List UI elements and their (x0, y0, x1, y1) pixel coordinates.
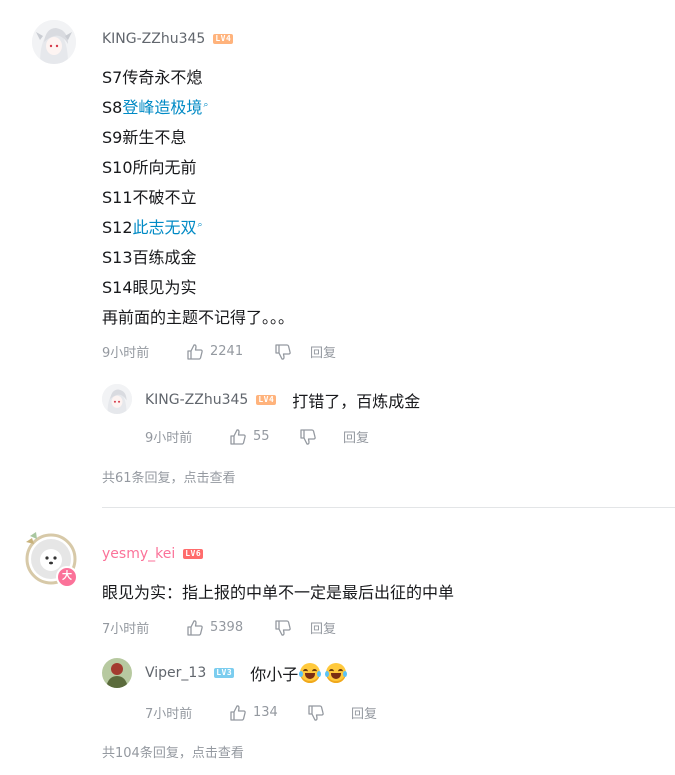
thumbs-down-icon (300, 428, 316, 445)
dislike-button[interactable] (299, 428, 343, 446)
avatar[interactable] (102, 384, 132, 414)
thumbs-down-icon (275, 619, 291, 636)
comment-line: S12此志无双⌕ (102, 218, 203, 237)
comment-content: S7传奇永不熄 S8登峰造极境⌕ S9新生不息 S10所向无前 S11不破不立 … (102, 63, 294, 333)
comment-content: 眼见为实：指上报的中单不一定是最后出征的中单 (102, 583, 455, 602)
view-more-replies-link[interactable]: 共104条回复，点击查看 (102, 742, 244, 761)
comment-meta: 7小时前 5398 回复 (102, 618, 336, 637)
comment-meta: 9小时前 2241 回复 (102, 342, 336, 361)
like-button[interactable]: 5398 (186, 619, 274, 637)
reply-button[interactable]: 回复 (343, 427, 369, 446)
reply-text: 你小子 (250, 661, 348, 685)
avatar[interactable] (32, 20, 76, 64)
level-badge: LV6 (183, 549, 204, 559)
like-count: 134 (253, 705, 278, 720)
username[interactable]: Viper_13 (145, 665, 206, 681)
view-more-replies-link[interactable]: 共61条回复，点击查看 (102, 467, 236, 486)
timestamp: 9小时前 (102, 346, 150, 361)
username[interactable]: KING-ZZhu345 (145, 392, 248, 408)
timestamp: 7小时前 (145, 707, 193, 722)
thumbs-up-icon (187, 343, 203, 360)
comment-line: S10所向无前 (102, 158, 197, 177)
comment-line: S8登峰造极境⌕ (102, 98, 209, 117)
thumbs-up-icon (230, 704, 246, 721)
anime-girl-avatar-image (102, 384, 132, 414)
anime-girl-avatar-image (32, 20, 76, 64)
reply-button[interactable]: 回复 (310, 618, 336, 637)
reply-meta: 7小时前 134 回复 (145, 703, 377, 722)
like-button[interactable]: 134 (229, 704, 307, 722)
thumbs-up-icon (187, 619, 203, 636)
comment-line: S7传奇永不熄 (102, 68, 203, 87)
level-badge: LV4 (256, 395, 277, 405)
level-badge: LV4 (213, 34, 234, 44)
timestamp: 7小时前 (102, 622, 150, 637)
reply-text: 打错了，百炼成金 (292, 392, 421, 411)
like-button[interactable]: 55 (229, 428, 299, 446)
laugh-cry-emoji (325, 663, 348, 683)
avatar[interactable] (102, 658, 132, 688)
dislike-button[interactable] (307, 704, 351, 722)
like-count: 2241 (210, 344, 244, 359)
like-count: 55 (253, 429, 270, 444)
comment-line: S14眼见为实 (102, 278, 197, 297)
dislike-button[interactable] (274, 619, 310, 637)
comment-line: 再前面的主题不记得了。。。 (102, 308, 295, 327)
search-icon: ⌕ (203, 100, 209, 110)
reply-button[interactable]: 回复 (351, 703, 377, 722)
divider (102, 507, 675, 508)
reply-meta: 9小时前 55 回复 (145, 427, 369, 446)
dislike-button[interactable] (274, 343, 310, 361)
reply-button[interactable]: 回复 (310, 342, 336, 361)
search-link[interactable]: 登峰造极境 (122, 98, 202, 117)
search-link[interactable]: 此志无双 (133, 218, 197, 237)
like-button[interactable]: 2241 (186, 343, 274, 361)
thumbs-down-icon (275, 343, 291, 360)
search-icon: ⌕ (197, 220, 203, 230)
thumbs-up-icon (230, 428, 246, 445)
avatar-image (102, 658, 132, 688)
username[interactable]: yesmy_kei (102, 546, 175, 562)
comment-line: S13百练成金 (102, 248, 197, 267)
like-count: 5398 (210, 620, 244, 635)
comment-line: S9新生不息 (102, 128, 187, 147)
vip-badge: 大 (56, 566, 78, 588)
laugh-cry-emoji (299, 663, 322, 683)
thumbs-down-icon (308, 704, 324, 721)
avatar-frame[interactable]: 大 (22, 530, 80, 588)
username[interactable]: KING-ZZhu345 (102, 31, 205, 47)
timestamp: 9小时前 (145, 431, 193, 446)
level-badge: LV3 (214, 668, 235, 678)
comment-line: S11不破不立 (102, 188, 197, 207)
